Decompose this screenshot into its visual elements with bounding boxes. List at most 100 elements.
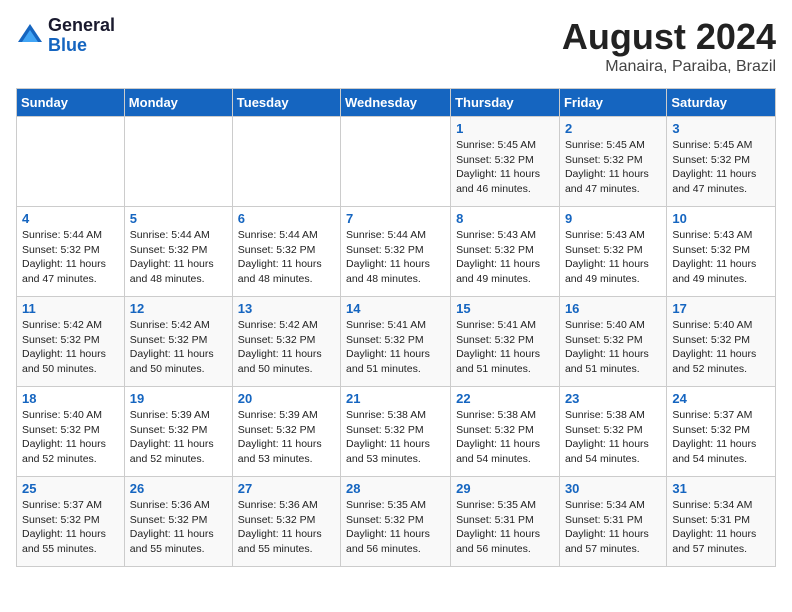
calendar-cell: 6 Sunrise: 5:44 AMSunset: 5:32 PMDaylight…: [232, 207, 340, 297]
day-info: Sunrise: 5:41 AMSunset: 5:32 PMDaylight:…: [456, 318, 554, 377]
day-info: Sunrise: 5:37 AMSunset: 5:32 PMDaylight:…: [22, 498, 119, 557]
day-info: Sunrise: 5:41 AMSunset: 5:32 PMDaylight:…: [346, 318, 445, 377]
calendar-table: SundayMondayTuesdayWednesdayThursdayFrid…: [16, 88, 776, 567]
day-number: 31: [672, 481, 770, 496]
day-info: Sunrise: 5:36 AMSunset: 5:32 PMDaylight:…: [130, 498, 227, 557]
calendar-cell: 21 Sunrise: 5:38 AMSunset: 5:32 PMDayligh…: [341, 387, 451, 477]
calendar-cell: 18 Sunrise: 5:40 AMSunset: 5:32 PMDayligh…: [17, 387, 125, 477]
weekday-header-sunday: Sunday: [17, 89, 125, 117]
logo-general: General: [48, 16, 115, 36]
day-info: Sunrise: 5:34 AMSunset: 5:31 PMDaylight:…: [672, 498, 770, 557]
calendar-cell: 8Sunrise: 5:43 AMSunset: 5:32 PMDaylight…: [451, 207, 560, 297]
calendar-cell: 3 Sunrise: 5:45 AMSunset: 5:32 PMDaylight…: [667, 117, 776, 207]
day-number: 23: [565, 391, 661, 406]
day-info: Sunrise: 5:39 AMSunset: 5:32 PMDaylight:…: [238, 408, 335, 467]
day-number: 29: [456, 481, 554, 496]
day-info: Sunrise: 5:44 AMSunset: 5:32 PMDaylight:…: [130, 228, 227, 287]
calendar-week-row: 4 Sunrise: 5:44 AMSunset: 5:32 PMDaylight…: [17, 207, 776, 297]
day-info: Sunrise: 5:42 AMSunset: 5:32 PMDaylight:…: [130, 318, 227, 377]
calendar-cell: 15 Sunrise: 5:41 AMSunset: 5:32 PMDayligh…: [451, 297, 560, 387]
calendar-cell: 2 Sunrise: 5:45 AMSunset: 5:32 PMDaylight…: [559, 117, 666, 207]
calendar-cell: 19 Sunrise: 5:39 AMSunset: 5:32 PMDayligh…: [124, 387, 232, 477]
day-info: Sunrise: 5:38 AMSunset: 5:32 PMDaylight:…: [346, 408, 445, 467]
calendar-cell: [232, 117, 340, 207]
day-info: Sunrise: 5:44 AMSunset: 5:32 PMDaylight:…: [346, 228, 445, 287]
day-number: 18: [22, 391, 119, 406]
day-info: Sunrise: 5:45 AMSunset: 5:32 PMDaylight:…: [672, 138, 770, 197]
day-info: Sunrise: 5:43 AMSunset: 5:32 PMDaylight:…: [456, 228, 554, 287]
calendar-cell: 25 Sunrise: 5:37 AMSunset: 5:32 PMDayligh…: [17, 477, 125, 567]
day-info: Sunrise: 5:44 AMSunset: 5:32 PMDaylight:…: [22, 228, 119, 287]
weekday-header-saturday: Saturday: [667, 89, 776, 117]
day-number: 9: [565, 211, 661, 226]
weekday-header-friday: Friday: [559, 89, 666, 117]
calendar-week-row: 25 Sunrise: 5:37 AMSunset: 5:32 PMDayligh…: [17, 477, 776, 567]
day-info: Sunrise: 5:40 AMSunset: 5:32 PMDaylight:…: [22, 408, 119, 467]
day-info: Sunrise: 5:42 AMSunset: 5:32 PMDaylight:…: [22, 318, 119, 377]
day-number: 19: [130, 391, 227, 406]
day-number: 26: [130, 481, 227, 496]
calendar-cell: 30 Sunrise: 5:34 AMSunset: 5:31 PMDayligh…: [559, 477, 666, 567]
calendar-cell: 14 Sunrise: 5:41 AMSunset: 5:32 PMDayligh…: [341, 297, 451, 387]
day-number: 5: [130, 211, 227, 226]
calendar-cell: 20Sunrise: 5:39 AMSunset: 5:32 PMDayligh…: [232, 387, 340, 477]
day-number: 13: [238, 301, 335, 316]
title-block: August 2024 Manaira, Paraiba, Brazil: [562, 16, 776, 76]
day-number: 22: [456, 391, 554, 406]
calendar-cell: 31 Sunrise: 5:34 AMSunset: 5:31 PMDayligh…: [667, 477, 776, 567]
day-info: Sunrise: 5:45 AMSunset: 5:32 PMDaylight:…: [565, 138, 661, 197]
day-number: 15: [456, 301, 554, 316]
day-info: Sunrise: 5:37 AMSunset: 5:32 PMDaylight:…: [672, 408, 770, 467]
day-number: 14: [346, 301, 445, 316]
day-number: 12: [130, 301, 227, 316]
calendar-cell: 17Sunrise: 5:40 AMSunset: 5:32 PMDayligh…: [667, 297, 776, 387]
calendar-cell: 4 Sunrise: 5:44 AMSunset: 5:32 PMDaylight…: [17, 207, 125, 297]
day-number: 16: [565, 301, 661, 316]
calendar-cell: 12 Sunrise: 5:42 AMSunset: 5:32 PMDayligh…: [124, 297, 232, 387]
location-subtitle: Manaira, Paraiba, Brazil: [562, 58, 776, 76]
calendar-week-row: 1 Sunrise: 5:45 AMSunset: 5:32 PMDaylight…: [17, 117, 776, 207]
day-number: 3: [672, 121, 770, 136]
calendar-cell: [341, 117, 451, 207]
day-number: 2: [565, 121, 661, 136]
weekday-header-tuesday: Tuesday: [232, 89, 340, 117]
weekday-header-wednesday: Wednesday: [341, 89, 451, 117]
calendar-cell: [124, 117, 232, 207]
calendar-cell: 11Sunrise: 5:42 AMSunset: 5:32 PMDayligh…: [17, 297, 125, 387]
day-info: Sunrise: 5:44 AMSunset: 5:32 PMDaylight:…: [238, 228, 335, 287]
day-info: Sunrise: 5:45 AMSunset: 5:32 PMDaylight:…: [456, 138, 554, 197]
calendar-cell: 27 Sunrise: 5:36 AMSunset: 5:32 PMDayligh…: [232, 477, 340, 567]
calendar-cell: 1 Sunrise: 5:45 AMSunset: 5:32 PMDaylight…: [451, 117, 560, 207]
day-info: Sunrise: 5:39 AMSunset: 5:32 PMDaylight:…: [130, 408, 227, 467]
day-info: Sunrise: 5:38 AMSunset: 5:32 PMDaylight:…: [565, 408, 661, 467]
calendar-cell: 26 Sunrise: 5:36 AMSunset: 5:32 PMDayligh…: [124, 477, 232, 567]
day-info: Sunrise: 5:43 AMSunset: 5:32 PMDaylight:…: [565, 228, 661, 287]
day-info: Sunrise: 5:34 AMSunset: 5:31 PMDaylight:…: [565, 498, 661, 557]
day-number: 28: [346, 481, 445, 496]
day-number: 10: [672, 211, 770, 226]
calendar-cell: 23 Sunrise: 5:38 AMSunset: 5:32 PMDayligh…: [559, 387, 666, 477]
day-number: 6: [238, 211, 335, 226]
day-info: Sunrise: 5:35 AMSunset: 5:31 PMDaylight:…: [456, 498, 554, 557]
weekday-header-monday: Monday: [124, 89, 232, 117]
calendar-cell: 28Sunrise: 5:35 AMSunset: 5:32 PMDayligh…: [341, 477, 451, 567]
day-info: Sunrise: 5:40 AMSunset: 5:32 PMDaylight:…: [565, 318, 661, 377]
day-number: 25: [22, 481, 119, 496]
day-number: 30: [565, 481, 661, 496]
day-number: 21: [346, 391, 445, 406]
calendar-cell: 5 Sunrise: 5:44 AMSunset: 5:32 PMDaylight…: [124, 207, 232, 297]
day-info: Sunrise: 5:36 AMSunset: 5:32 PMDaylight:…: [238, 498, 335, 557]
calendar-cell: 16 Sunrise: 5:40 AMSunset: 5:32 PMDayligh…: [559, 297, 666, 387]
logo-blue: Blue: [48, 36, 115, 56]
calendar-cell: 13Sunrise: 5:42 AMSunset: 5:32 PMDayligh…: [232, 297, 340, 387]
day-number: 24: [672, 391, 770, 406]
weekday-header-row: SundayMondayTuesdayWednesdayThursdayFrid…: [17, 89, 776, 117]
day-number: 27: [238, 481, 335, 496]
calendar-cell: 9 Sunrise: 5:43 AMSunset: 5:32 PMDaylight…: [559, 207, 666, 297]
calendar-week-row: 11Sunrise: 5:42 AMSunset: 5:32 PMDayligh…: [17, 297, 776, 387]
calendar-cell: 29 Sunrise: 5:35 AMSunset: 5:31 PMDayligh…: [451, 477, 560, 567]
day-number: 7: [346, 211, 445, 226]
day-number: 17: [672, 301, 770, 316]
day-number: 1: [456, 121, 554, 136]
day-number: 4: [22, 211, 119, 226]
